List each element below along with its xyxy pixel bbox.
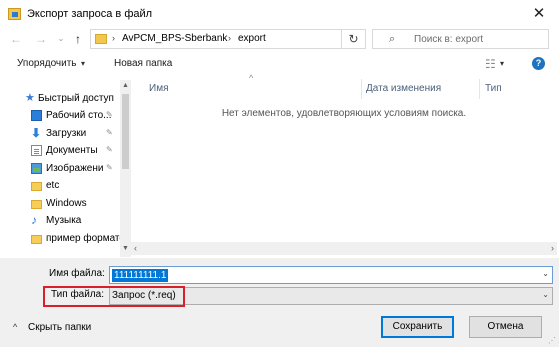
sidebar-item-quick-access[interactable]: ★ Быстрый доступ <box>0 90 131 108</box>
sidebar-item-music[interactable]: ♪ Музыка <box>0 212 131 230</box>
back-button[interactable]: ← <box>8 30 24 48</box>
organize-button[interactable]: Упорядочить <box>17 58 77 69</box>
column-header-name[interactable]: Имя <box>149 83 168 94</box>
chevron-down-icon[interactable]: ▾ <box>81 59 85 68</box>
filename-value[interactable]: 111111111.1 <box>112 269 169 282</box>
forward-button[interactable]: → <box>33 30 49 48</box>
filename-field[interactable]: 111111111.1 ⌄ <box>109 266 553 284</box>
cancel-button[interactable]: Отмена <box>469 316 542 338</box>
column-header-date[interactable]: Дата изменения <box>366 83 441 94</box>
search-placeholder: Поиск в: export <box>414 34 484 45</box>
search-input[interactable]: ⌕ Поиск в: export <box>372 29 549 49</box>
breadcrumb-separator[interactable]: › <box>112 33 115 43</box>
sidebar-item-pictures[interactable]: Изображени ✎ <box>0 160 131 178</box>
documents-icon <box>31 145 42 156</box>
sidebar-item-label: Документы <box>46 145 98 156</box>
window-title: Экспорт запроса в файл <box>27 8 153 20</box>
chevron-down-icon[interactable]: ▾ <box>500 59 504 68</box>
sidebar-item-documents[interactable]: Документы ✎ <box>0 142 131 160</box>
view-options-icon[interactable]: ☷ <box>485 57 496 71</box>
title-bar: Экспорт запроса в файл ✕ <box>0 0 559 29</box>
chevron-up-icon[interactable]: ^ <box>13 322 17 332</box>
save-button[interactable]: Сохранить <box>381 316 454 338</box>
pin-icon: ✎ <box>106 110 113 119</box>
folder-icon <box>31 200 42 209</box>
column-divider[interactable] <box>479 79 480 99</box>
annotation-highlight-box <box>43 286 185 307</box>
breadcrumb-export[interactable]: export <box>238 33 266 44</box>
sidebar-item-etc[interactable]: etc <box>0 177 131 195</box>
navigation-bar: ← → ⌄ ↑ › AvPCM_BPS-Sberbank › export ⌄ … <box>0 29 559 49</box>
help-icon[interactable]: ? <box>532 57 545 70</box>
sidebar-item-downloads[interactable]: ⬇ Загрузки ✎ <box>0 125 131 143</box>
column-divider[interactable] <box>361 79 362 99</box>
scrollbar-thumb[interactable] <box>122 94 129 169</box>
sidebar-item-format-example[interactable]: пример форматс <box>0 230 131 248</box>
pin-icon: ✎ <box>106 145 113 154</box>
app-icon <box>8 8 21 20</box>
command-bar: Упорядочить ▾ Новая папка ☷ ▾ ? <box>0 53 559 77</box>
filename-label: Имя файла: <box>49 268 105 279</box>
sidebar-item-label: Windows <box>46 198 87 209</box>
sidebar-item-label: пример форматс <box>46 233 125 244</box>
empty-list-message: Нет элементов, удовлетворяющих условиям … <box>221 108 467 119</box>
search-icon: ⌕ <box>389 33 396 45</box>
recent-locations-button[interactable]: ⌄ <box>56 30 66 48</box>
folder-icon <box>31 235 42 244</box>
pin-icon: ✎ <box>106 163 113 172</box>
pin-icon: ✎ <box>106 128 113 137</box>
download-icon: ⬇ <box>31 126 42 140</box>
chevron-down-icon[interactable]: ⌄ <box>542 290 549 299</box>
navigation-pane: ★ Быстрый доступ Рабочий сто... ✎ ⬇ Загр… <box>0 80 131 257</box>
navigation-scrollbar[interactable]: ▲ ▼ <box>120 80 131 257</box>
music-icon: ♪ <box>31 213 37 227</box>
horizontal-scrollbar[interactable]: ‹ › <box>131 242 557 255</box>
desktop-icon <box>31 110 42 121</box>
breadcrumb-separator[interactable]: › <box>228 33 231 43</box>
breadcrumb-avpcm[interactable]: AvPCM_BPS-Sberbank <box>122 33 227 44</box>
scroll-up-icon[interactable]: ▲ <box>120 80 131 92</box>
scroll-left-icon[interactable]: ‹ <box>134 242 137 255</box>
refresh-button[interactable]: ↻ <box>342 29 366 49</box>
sidebar-item-windows[interactable]: Windows <box>0 195 131 213</box>
sidebar-item-label: Быстрый доступ <box>38 93 114 104</box>
sidebar-item-label: Изображени <box>46 163 104 174</box>
new-folder-button[interactable]: Новая папка <box>114 58 172 69</box>
up-button[interactable]: ↑ <box>70 30 86 48</box>
scroll-down-icon[interactable]: ▼ <box>120 243 131 255</box>
hide-folders-button[interactable]: Скрыть папки <box>28 322 91 333</box>
sidebar-item-desktop[interactable]: Рабочий сто... ✎ <box>0 107 131 125</box>
sidebar-item-label: etc <box>46 180 60 191</box>
folder-icon <box>31 182 42 191</box>
address-bar[interactable]: › AvPCM_BPS-Sberbank › export ⌄ <box>90 29 426 49</box>
star-icon: ★ <box>25 92 35 104</box>
sidebar-item-label: Музыка <box>46 215 82 226</box>
close-button[interactable]: ✕ <box>527 3 551 25</box>
sidebar-item-label: Рабочий сто... <box>46 110 112 121</box>
resize-grip-icon[interactable]: ⋰ <box>548 336 556 345</box>
file-list: ^ Имя Дата изменения Тип Нет элементов, … <box>131 73 557 257</box>
sidebar-item-label: Загрузки <box>46 128 87 139</box>
save-form: Имя файла: 111111111.1 ⌄ Тип файла: Запр… <box>0 258 559 347</box>
scroll-right-icon[interactable]: › <box>551 242 554 255</box>
folder-icon <box>95 34 107 44</box>
chevron-down-icon[interactable]: ⌄ <box>542 269 549 278</box>
sort-ascending-icon: ^ <box>249 73 254 83</box>
column-header-type[interactable]: Тип <box>485 83 502 94</box>
pictures-icon <box>31 163 42 174</box>
